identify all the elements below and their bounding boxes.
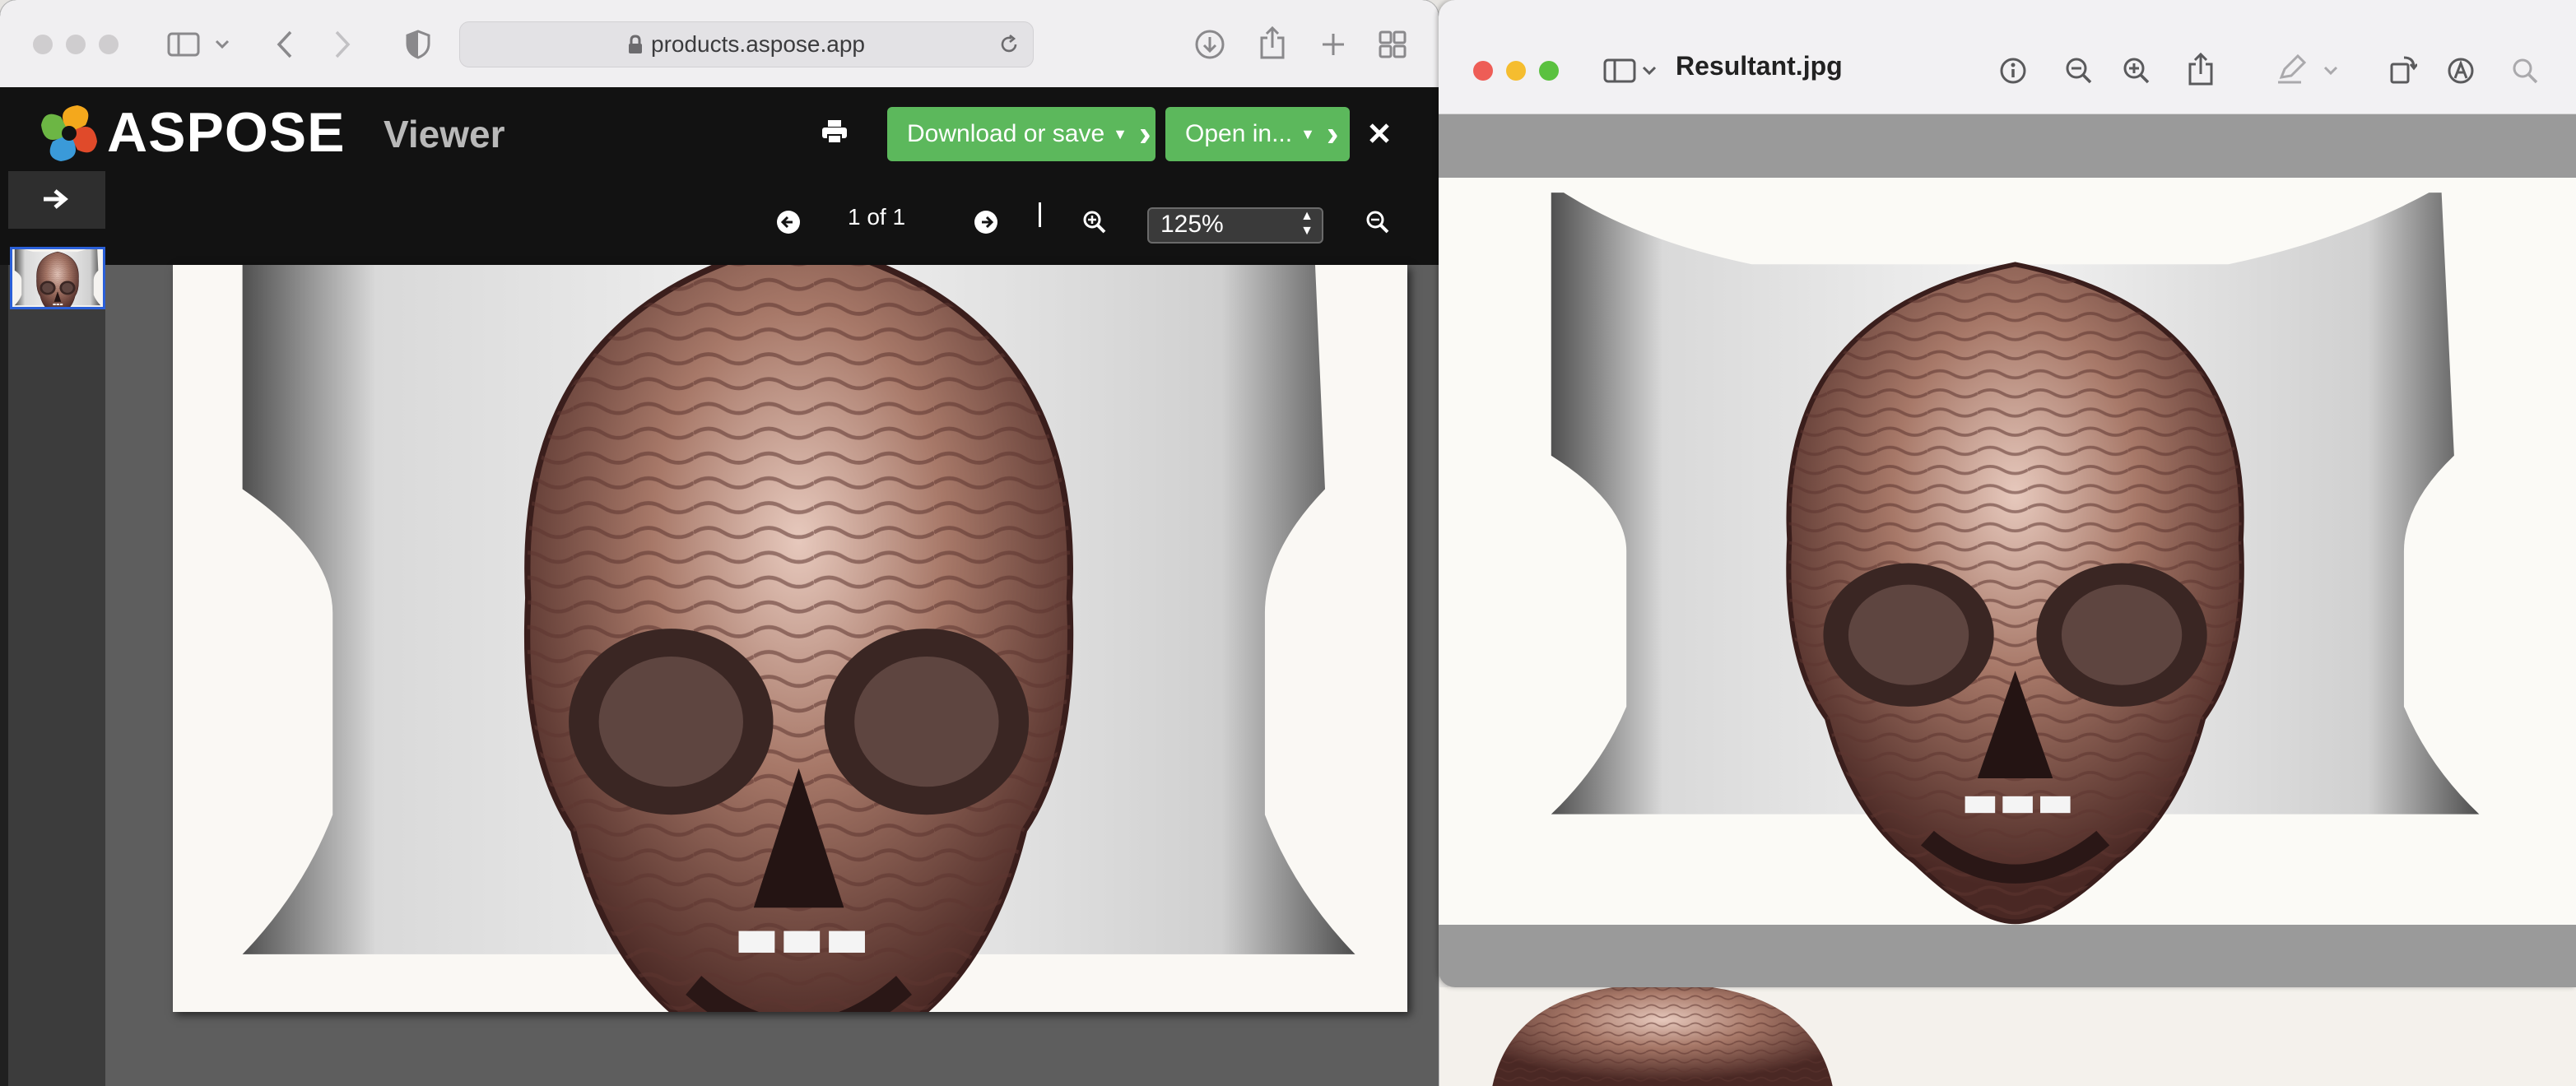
sidebar-icon[interactable]: [163, 30, 204, 59]
thumbnail-sidebar: [8, 265, 105, 1086]
share-icon[interactable]: [2184, 49, 2217, 89]
share-icon[interactable]: [1254, 23, 1290, 63]
plus-icon[interactable]: [1315, 26, 1351, 63]
zoom-out-icon[interactable]: [1361, 206, 1394, 239]
window-minimize-control[interactable]: [66, 35, 86, 54]
caret-down-icon: ▼: [1300, 125, 1315, 142]
search-icon[interactable]: [2509, 53, 2541, 89]
document-page: [173, 265, 1407, 1012]
browser-toolbar: products.aspose.app: [0, 0, 1439, 88]
sidebar-icon[interactable]: [1600, 54, 1639, 87]
chevron-down-icon[interactable]: [211, 33, 234, 56]
next-page-icon[interactable]: [969, 206, 1002, 239]
zoom-select[interactable]: 125% ▲ ▼: [1147, 207, 1323, 244]
document-title[interactable]: Resultant.jpg: [1676, 51, 1843, 81]
caret-down-icon: ▼: [1113, 125, 1128, 142]
toolbar-divider: [1039, 202, 1041, 227]
zoom-value: 125%: [1160, 211, 1224, 238]
desktop-image-fragment: [1448, 984, 1876, 1086]
stepper-icon: ▲ ▼: [1300, 209, 1314, 238]
open-in-button[interactable]: Open in... ▼ ›: [1165, 107, 1350, 161]
page-indicator: 1 of 1: [848, 204, 906, 230]
reload-icon[interactable]: [997, 32, 1021, 57]
window-zoom-control[interactable]: [99, 35, 119, 54]
window-close-control[interactable]: [33, 35, 53, 54]
safari-window: products.aspose.app ASPOSE Viewer Downlo…: [0, 0, 1439, 1086]
chevron-right-icon: ›: [1138, 114, 1151, 154]
preview-toolbar: Resultant.jpg: [1439, 0, 2576, 114]
download-or-save-button[interactable]: Download or save ▼ ›: [887, 107, 1155, 161]
window-minimize-control[interactable]: [1506, 61, 1526, 81]
rotate-icon[interactable]: [2387, 51, 2420, 87]
download-icon[interactable]: [1192, 26, 1228, 63]
preview-window: Resultant.jpg: [1439, 0, 2576, 987]
window-close-control[interactable]: [1473, 61, 1493, 81]
open-in-label: Open in...: [1185, 120, 1293, 147]
markup-icon[interactable]: [2444, 53, 2477, 89]
chevron-down-icon[interactable]: [1639, 59, 1659, 82]
skull-image: [173, 265, 1407, 1012]
sidebar-toggle[interactable]: [8, 171, 105, 229]
chevron-right-icon: ›: [1326, 114, 1339, 154]
previous-page-icon[interactable]: [772, 206, 805, 239]
chevron-down-icon[interactable]: [2321, 61, 2341, 81]
shield-icon[interactable]: [402, 26, 435, 63]
zoom-in-icon[interactable]: [2120, 53, 2153, 89]
address-bar-content: products.aspose.app: [460, 22, 1033, 67]
close-icon[interactable]: [1361, 115, 1397, 151]
page-thumbnail[interactable]: [10, 244, 105, 317]
skull-image: [1439, 178, 2576, 925]
zoom-in-icon[interactable]: [1078, 206, 1111, 239]
arrow-right-icon: [38, 184, 74, 214]
highlighter-icon[interactable]: [2273, 51, 2309, 87]
download-or-save-label: Download or save: [907, 120, 1105, 147]
app-title: Viewer: [384, 113, 505, 155]
image-canvas[interactable]: [1439, 178, 2576, 925]
print-icon[interactable]: [818, 115, 851, 148]
aspose-brand[interactable]: ASPOSE: [107, 100, 345, 165]
chevron-left-icon[interactable]: [268, 26, 301, 63]
window-zoom-control[interactable]: [1539, 61, 1559, 81]
address-bar[interactable]: products.aspose.app: [459, 21, 1034, 67]
aspose-logo-icon[interactable]: [36, 100, 102, 166]
zoom-out-icon[interactable]: [2062, 53, 2095, 89]
info-icon[interactable]: [1997, 53, 2030, 89]
tabs-grid-icon[interactable]: [1374, 26, 1411, 63]
chevron-right-icon[interactable]: [326, 26, 359, 63]
lock-icon: [628, 35, 643, 54]
url-text: products.aspose.app: [651, 31, 865, 57]
